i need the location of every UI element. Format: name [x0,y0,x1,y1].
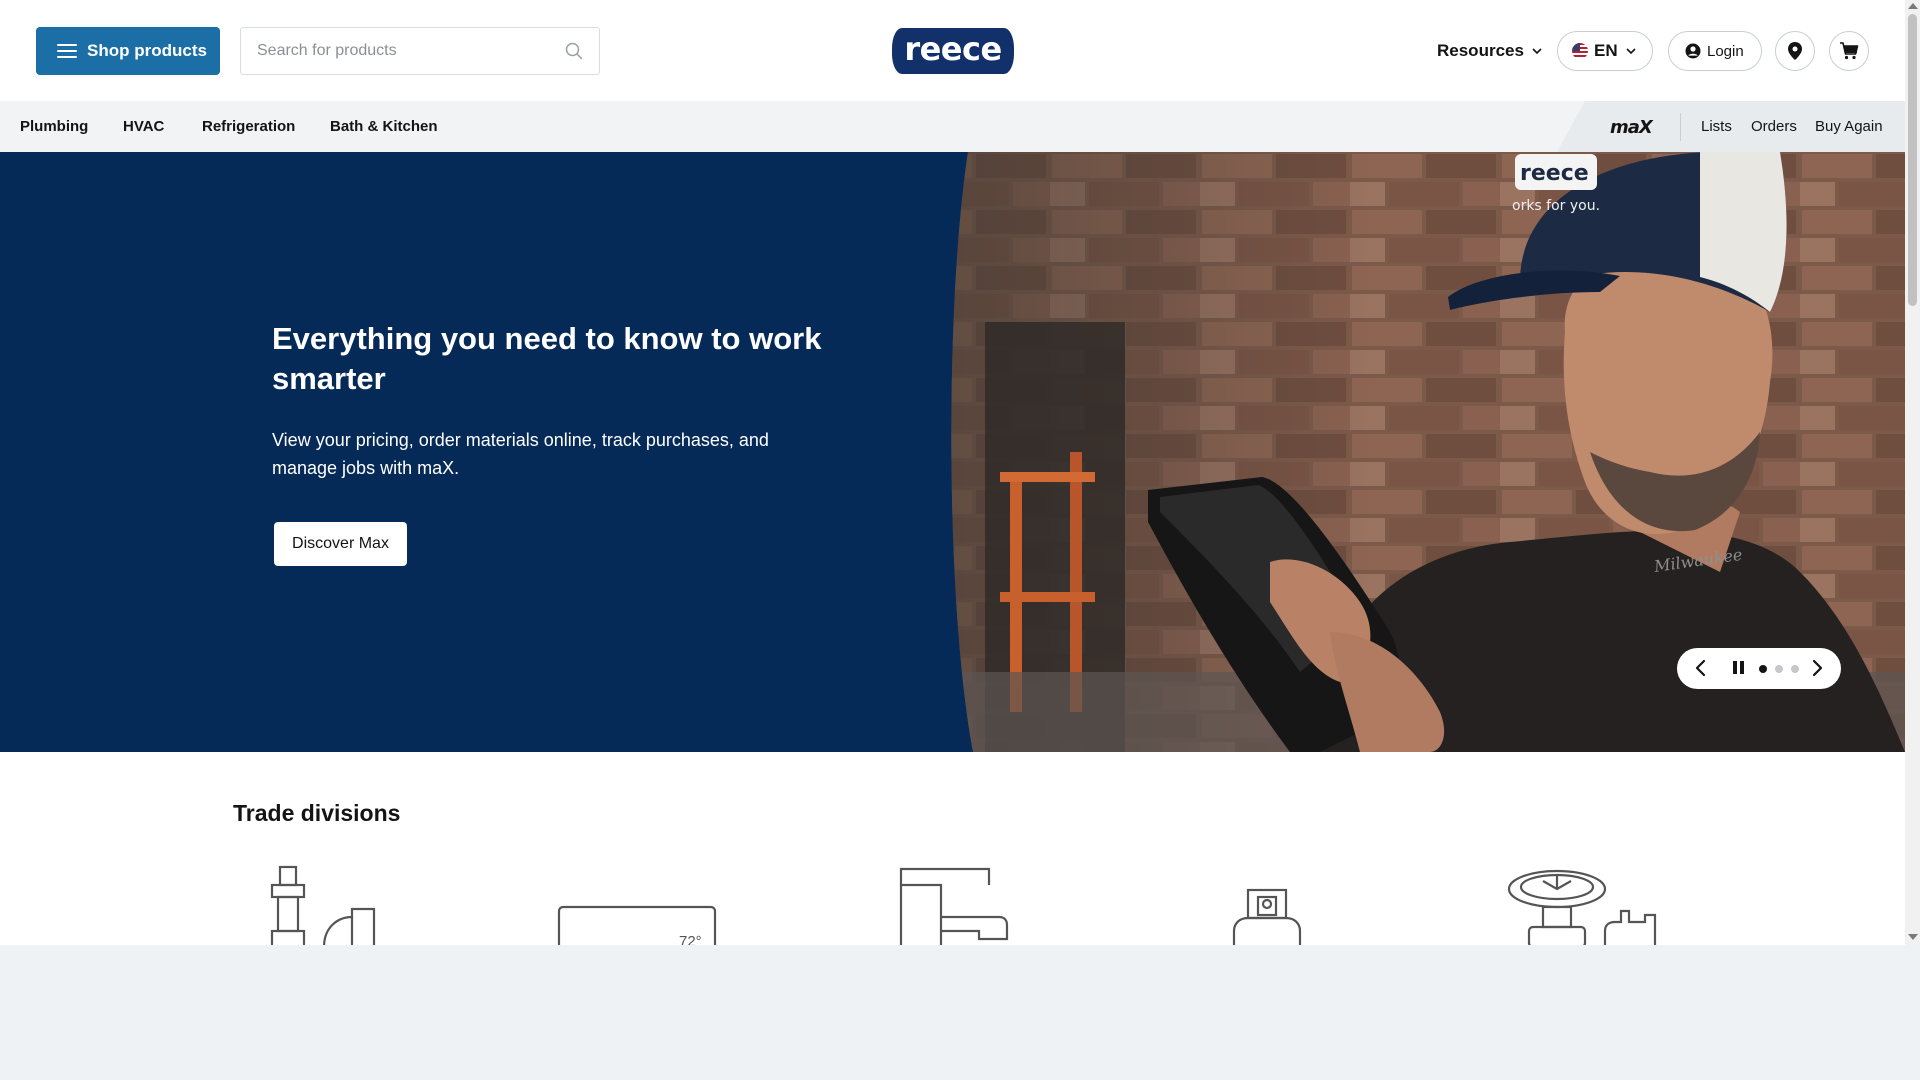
store-locator-button[interactable] [1775,31,1815,71]
nav-link-buy-again[interactable]: Buy Again [1815,101,1883,152]
search-icon[interactable] [565,42,583,60]
cart-button[interactable] [1829,31,1869,71]
hero-banner: reece orks for you. Milwaukee Everything… [0,152,1905,752]
nav-item-hvac[interactable]: HVAC [123,101,164,152]
page-scrollbar[interactable] [1905,0,1920,945]
search-input[interactable] [241,28,551,74]
hamburger-icon [57,43,77,59]
nav-item-refrigeration[interactable]: Refrigeration [202,101,295,152]
location-pin-icon [1788,42,1802,60]
hero-title: Everything you need to know to work smar… [272,321,822,396]
nav-divider [1680,113,1681,141]
nav-item-bath-kitchen[interactable]: Bath & Kitchen [330,101,438,152]
resources-menu[interactable]: Resources [1437,28,1542,74]
carousel-dot-2[interactable] [1775,665,1783,673]
pause-icon[interactable] [1731,660,1747,676]
cap-logo-text: reece [1520,161,1589,186]
refrigerant-tank-icon[interactable] [1230,865,1306,945]
shop-products-label: Shop products [87,41,207,60]
trade-divisions-title: Trade divisions [233,800,401,826]
shop-products-button[interactable]: Shop products [36,27,220,75]
carousel-dot-3[interactable] [1791,665,1799,673]
resources-label: Resources [1437,41,1524,60]
login-label: Login [1707,42,1744,60]
chevron-right-icon[interactable] [1807,658,1827,678]
below-fold-area [0,945,1920,1080]
cap-tagline-text: orks for you. [1512,198,1600,214]
search-box [240,27,600,75]
nav-link-lists[interactable]: Lists [1701,101,1732,152]
discover-max-button[interactable]: Discover Max [274,522,407,566]
chevron-left-icon[interactable] [1691,658,1711,678]
site-header: Shop products reece Resources EN [0,0,1905,101]
chevron-down-icon [1626,48,1636,55]
category-nav: Plumbing HVAC Refrigeration Bath & Kitch… [0,101,1905,152]
language-selector[interactable]: EN [1557,31,1653,71]
chevron-down-icon [1532,48,1542,55]
language-label: EN [1594,41,1618,60]
hero-subtitle: View your pricing, order materials onlin… [272,430,769,478]
thermostat-icon[interactable]: 72° [557,865,717,945]
nav-item-plumbing[interactable]: Plumbing [20,101,88,152]
nav-link-orders[interactable]: Orders [1751,101,1797,152]
login-button[interactable]: Login [1668,31,1762,71]
page-viewport: Shop products reece Resources EN [0,0,1905,945]
reece-logo[interactable]: reece [892,28,1014,74]
scrollbar-thumb[interactable] [1908,14,1917,306]
cart-icon [1840,42,1859,60]
thermostat-reading: 72° [679,933,702,945]
carousel-controls [1677,648,1841,689]
carousel-dot-1[interactable] [1759,665,1767,673]
plumbing-pipe-icon[interactable] [268,865,380,945]
max-logo[interactable]: maX [1610,117,1653,138]
scroll-up-icon[interactable] [1908,3,1918,9]
user-icon [1685,43,1701,59]
faucet-icon[interactable] [899,865,1011,945]
scroll-down-icon[interactable] [1908,934,1918,940]
valve-icon[interactable] [1505,865,1665,945]
us-flag-icon [1572,43,1588,59]
